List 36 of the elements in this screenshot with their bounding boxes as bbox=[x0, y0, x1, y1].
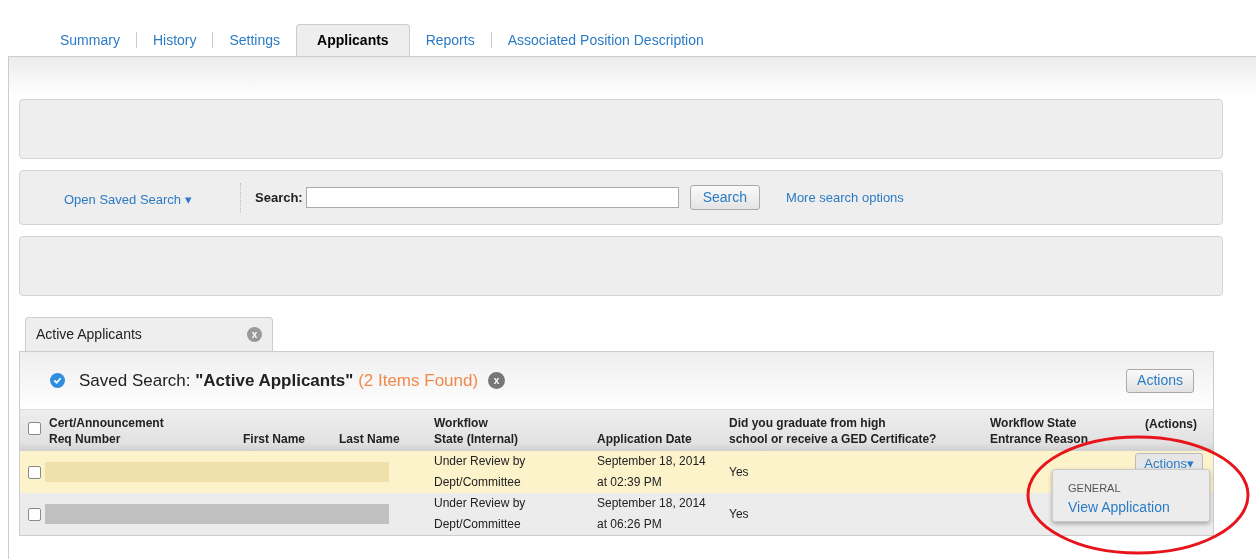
saved-search-title: Saved Search: "Active Applicants" (2 Items Found) bbox=[79, 369, 479, 392]
table-cell-text: September 18, 2014 at 02:39 PM bbox=[597, 453, 707, 491]
column-header: Cert/Announcement Req Number bbox=[49, 415, 165, 447]
table-cell-text: Under Review by Dept/Committee bbox=[434, 495, 527, 533]
column-header: Last Name bbox=[339, 431, 401, 447]
tab[interactable]: Settings bbox=[213, 26, 297, 54]
actions-button[interactable]: Actions bbox=[1126, 368, 1194, 393]
column-header: Workflow State Entrance Reason bbox=[990, 415, 1090, 447]
column-header: Application Date bbox=[597, 431, 693, 447]
search-button[interactable]: Search bbox=[689, 185, 761, 210]
table-cell-text: Yes bbox=[729, 464, 750, 481]
table-cell-text: September 18, 2014 at 06:26 PM bbox=[597, 495, 707, 533]
results-tab-label: Active Applicants bbox=[36, 325, 142, 344]
menu-heading: GENERAL bbox=[1068, 482, 1122, 495]
tab[interactable]: History bbox=[136, 26, 213, 54]
close-tab-button[interactable]: x bbox=[247, 327, 262, 342]
search-label: Search: bbox=[255, 188, 303, 207]
table-cell-text: Under Review by Dept/Committee bbox=[434, 453, 527, 491]
table-cell-text: Yes bbox=[729, 506, 750, 523]
results-tab[interactable]: Active Applicants x bbox=[25, 317, 273, 351]
column-header: (Actions) bbox=[1144, 416, 1198, 432]
tab[interactable]: Associated Position Description bbox=[491, 26, 720, 54]
open-saved-search-link[interactable]: Open Saved Search ▾ bbox=[64, 189, 240, 210]
column-header: First Name bbox=[243, 431, 307, 447]
search-field[interactable] bbox=[305, 187, 679, 208]
column-header: Workflow State (Internal) bbox=[434, 415, 519, 447]
menu-item[interactable]: View Application bbox=[1068, 499, 1209, 515]
tab[interactable]: Reports bbox=[409, 26, 491, 54]
checkbox[interactable] bbox=[28, 507, 41, 521]
more-search-options-link[interactable]: More search options bbox=[786, 187, 904, 208]
tab[interactable]: Summary bbox=[44, 26, 136, 54]
tab[interactable]: Applicants bbox=[296, 24, 410, 56]
clear-search-button[interactable]: x bbox=[488, 372, 506, 389]
checkbox[interactable] bbox=[28, 422, 41, 435]
column-header: Did you graduate from high school or receive a GED Certificate? bbox=[729, 415, 938, 447]
checkbox[interactable] bbox=[28, 465, 41, 479]
